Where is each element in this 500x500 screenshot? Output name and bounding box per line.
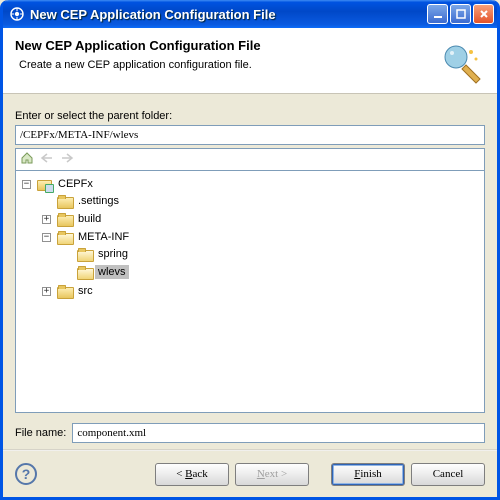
close-button[interactable]: [473, 4, 494, 24]
forward-arrow-icon: [60, 152, 74, 167]
folder-open-icon: [77, 266, 92, 279]
tree-label: META-INF: [75, 230, 132, 244]
tree-node-cepfx[interactable]: − CEPFx: [22, 176, 480, 192]
window-controls: [427, 4, 494, 24]
tree-label: spring: [95, 247, 131, 261]
collapse-icon[interactable]: −: [42, 233, 51, 242]
tree-node-metainf[interactable]: − META-INF: [42, 229, 480, 245]
tree-label-selected: wlevs: [95, 265, 129, 279]
titlebar[interactable]: New CEP Application Configuration File: [3, 0, 497, 28]
folder-open-icon: [57, 231, 72, 244]
back-button[interactable]: < Back: [155, 463, 229, 486]
expand-icon[interactable]: +: [42, 215, 51, 224]
filename-label: File name:: [15, 427, 66, 439]
banner-subtitle: Create a new CEP application configurati…: [19, 59, 437, 71]
folder-icon: [57, 285, 72, 298]
home-icon[interactable]: [20, 151, 34, 168]
folder-tree[interactable]: − CEPFx .settings + build: [15, 170, 485, 413]
dialog-window: New CEP Application Configuration File N…: [0, 0, 500, 500]
collapse-icon[interactable]: −: [22, 180, 31, 189]
tree-node-wlevs[interactable]: wlevs: [62, 264, 480, 280]
tree-nav-toolbar: [15, 148, 485, 170]
back-arrow-icon: [40, 152, 54, 167]
spacer-icon: [42, 197, 51, 206]
expand-icon[interactable]: +: [42, 287, 51, 296]
project-folder-icon: [37, 178, 52, 191]
tree-label: .settings: [75, 194, 122, 208]
tree-node-src[interactable]: + src: [42, 283, 480, 299]
parent-folder-label: Enter or select the parent folder:: [15, 110, 485, 122]
next-button: Next >: [235, 463, 309, 486]
maximize-button[interactable]: [450, 4, 471, 24]
wizard-icon: [437, 38, 485, 86]
tree-node-settings[interactable]: .settings: [42, 193, 480, 209]
tree-node-build[interactable]: + build: [42, 211, 480, 227]
folder-icon: [57, 195, 72, 208]
parent-folder-input[interactable]: [15, 125, 485, 145]
help-icon[interactable]: ?: [15, 463, 37, 485]
finish-button[interactable]: Finish: [331, 463, 405, 486]
minimize-button[interactable]: [427, 4, 448, 24]
app-icon: [9, 6, 25, 22]
wizard-body: Enter or select the parent folder: − CEP…: [3, 94, 497, 449]
folder-open-icon: [77, 248, 92, 261]
spacer-icon: [62, 250, 71, 259]
folder-icon: [57, 213, 72, 226]
spacer-icon: [62, 268, 71, 277]
window-title: New CEP Application Configuration File: [30, 7, 427, 22]
filename-input[interactable]: [72, 423, 485, 443]
banner-title: New CEP Application Configuration File: [15, 38, 437, 53]
tree-label: CEPFx: [55, 177, 96, 191]
cancel-button[interactable]: Cancel: [411, 463, 485, 486]
tree-node-spring[interactable]: spring: [62, 246, 480, 262]
tree-label: build: [75, 212, 104, 226]
tree-label: src: [75, 284, 96, 298]
button-bar: ? < Back Next > Finish Cancel: [3, 451, 497, 497]
wizard-banner: New CEP Application Configuration File C…: [3, 28, 497, 94]
